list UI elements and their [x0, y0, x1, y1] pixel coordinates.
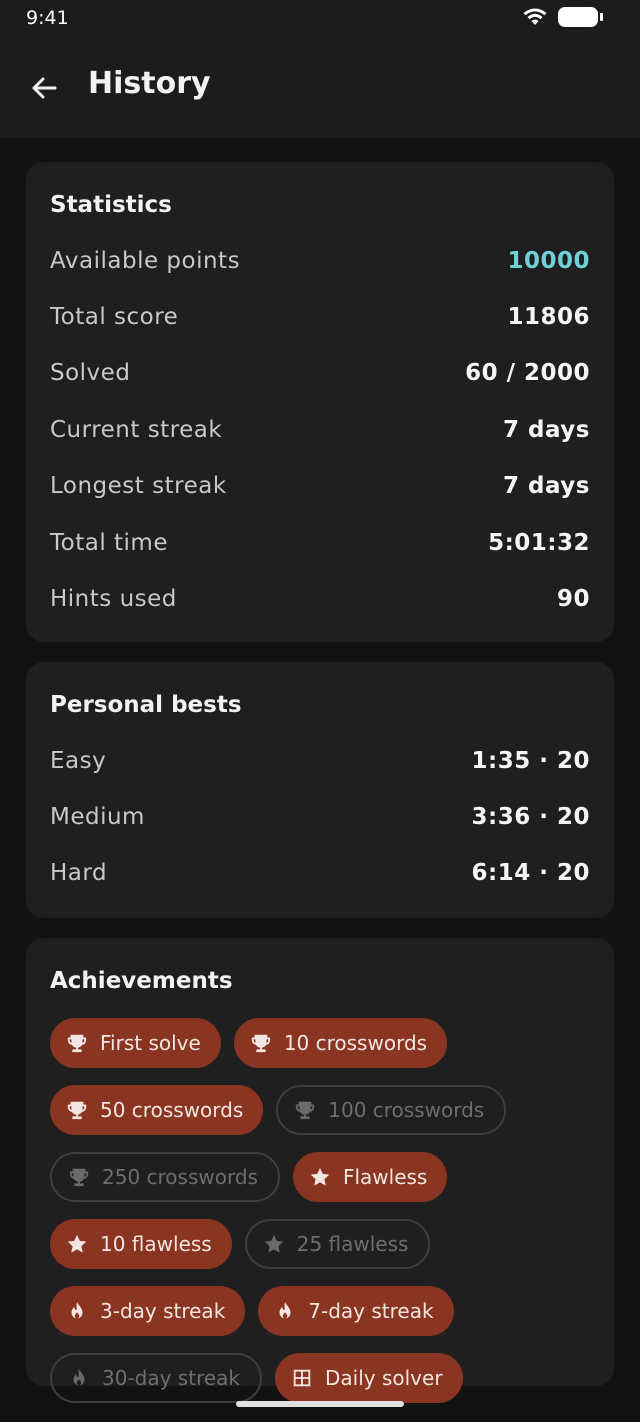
- achievement-chip[interactable]: 30-day streak: [50, 1353, 262, 1403]
- achievement-label: 30-day streak: [102, 1366, 240, 1390]
- stat-row-current-streak: Current streak 7 days: [50, 411, 590, 451]
- achievement-label: 10 crosswords: [283, 1031, 428, 1055]
- stat-row-total-time: Total time 5:01:32: [50, 524, 590, 564]
- arrow-left-icon: [32, 77, 57, 99]
- achievement-label: Daily solver: [325, 1366, 443, 1390]
- stat-label: Longest streak: [50, 473, 227, 499]
- achievement-chip[interactable]: 7-day streak: [258, 1286, 454, 1336]
- trophy-icon: [66, 1032, 88, 1054]
- stat-row-available-points: Available points 10000: [50, 242, 590, 282]
- achievement-label: 3-day streak: [100, 1299, 226, 1323]
- achievement-chip[interactable]: 25 flawless: [244, 1219, 431, 1269]
- achievements-card: Achievements First solve 10 crosswords 5…: [26, 938, 614, 1403]
- stat-row-longest-streak: Longest streak 7 days: [50, 467, 590, 507]
- achievement-chip[interactable]: 100 crosswords: [276, 1085, 507, 1135]
- stat-value: 90: [556, 586, 590, 612]
- best-row-medium: Medium 3:36 · 20: [50, 798, 590, 838]
- stat-label: Hints used: [50, 586, 177, 612]
- best-value: 6:14 · 20: [471, 860, 590, 886]
- star-icon: [309, 1166, 331, 1188]
- best-label: Medium: [50, 804, 145, 830]
- achievement-label: 50 crosswords: [100, 1098, 244, 1122]
- achievement-chip[interactable]: Flawless: [292, 1152, 448, 1202]
- stat-label: Total time: [50, 530, 168, 556]
- flame-icon: [68, 1367, 90, 1389]
- status-bar: 9:41: [0, 0, 640, 38]
- achievement-chip[interactable]: 10 flawless: [50, 1219, 232, 1269]
- flame-icon: [274, 1300, 296, 1322]
- best-value: 1:35 · 20: [471, 748, 590, 774]
- stat-row-hints-used: Hints used 90: [50, 580, 590, 620]
- statistics-title: Statistics: [50, 192, 172, 218]
- achievement-label: 7-day streak: [308, 1299, 434, 1323]
- status-icons: [522, 7, 603, 27]
- achievement-label: First solve: [100, 1031, 201, 1055]
- stat-value: 7 days: [503, 473, 590, 499]
- achievement-chip[interactable]: 10 crosswords: [233, 1018, 448, 1068]
- wifi-icon: [523, 8, 547, 25]
- stat-value: 11806: [507, 304, 590, 330]
- trophy-icon: [294, 1099, 316, 1121]
- calendar-grid-icon: [291, 1367, 313, 1389]
- back-button[interactable]: [24, 68, 64, 108]
- personal-bests-card: Personal bests Easy 1:35 · 20 Medium 3:3…: [26, 662, 614, 918]
- trophy-icon: [250, 1032, 272, 1054]
- best-value: 3:36 · 20: [471, 804, 590, 830]
- best-label: Hard: [50, 860, 108, 886]
- stat-value: 5:01:32: [488, 530, 590, 556]
- home-indicator[interactable]: [236, 1401, 404, 1407]
- achievement-label: 10 flawless: [100, 1232, 212, 1256]
- achievement-chip[interactable]: 50 crosswords: [50, 1085, 264, 1135]
- personal-bests-title: Personal bests: [50, 692, 242, 718]
- star-icon: [263, 1233, 285, 1255]
- stat-label: Total score: [50, 304, 179, 330]
- achievement-label: 25 flawless: [296, 1232, 409, 1256]
- trophy-icon: [66, 1099, 88, 1121]
- stat-label: Available points: [50, 248, 241, 274]
- star-icon: [66, 1233, 88, 1255]
- app-bar: History: [0, 38, 640, 138]
- achievements-title: Achievements: [50, 968, 233, 994]
- trophy-icon: [68, 1166, 90, 1188]
- statistics-card: Statistics Available points 10000 Total …: [26, 162, 614, 642]
- achievement-chip[interactable]: 250 crosswords: [50, 1152, 280, 1202]
- achievement-chip[interactable]: Daily solver: [275, 1353, 463, 1403]
- achievement-chips: First solve 10 crosswords 50 crosswords …: [50, 1018, 610, 1420]
- status-time: 9:41: [26, 7, 69, 29]
- best-label: Easy: [50, 748, 107, 774]
- page-title: History: [88, 66, 211, 101]
- achievement-label: 100 crosswords: [328, 1098, 485, 1122]
- achievement-label: 250 crosswords: [102, 1165, 258, 1189]
- achievement-chip[interactable]: First solve: [50, 1018, 221, 1068]
- stat-value: 60 / 2000: [465, 360, 590, 386]
- stat-row-solved: Solved 60 / 2000: [50, 354, 590, 394]
- best-row-hard: Hard 6:14 · 20: [50, 854, 590, 894]
- stat-label: Solved: [50, 360, 131, 386]
- best-row-easy: Easy 1:35 · 20: [50, 742, 590, 782]
- achievement-label: Flawless: [342, 1165, 428, 1189]
- battery-icon: [558, 7, 603, 27]
- stat-label: Current streak: [50, 417, 223, 443]
- stat-value: 7 days: [503, 417, 590, 443]
- flame-icon: [66, 1300, 88, 1322]
- stat-value: 10000: [507, 248, 590, 274]
- stat-row-total-score: Total score 11806: [50, 298, 590, 338]
- achievement-chip[interactable]: 3-day streak: [50, 1286, 246, 1336]
